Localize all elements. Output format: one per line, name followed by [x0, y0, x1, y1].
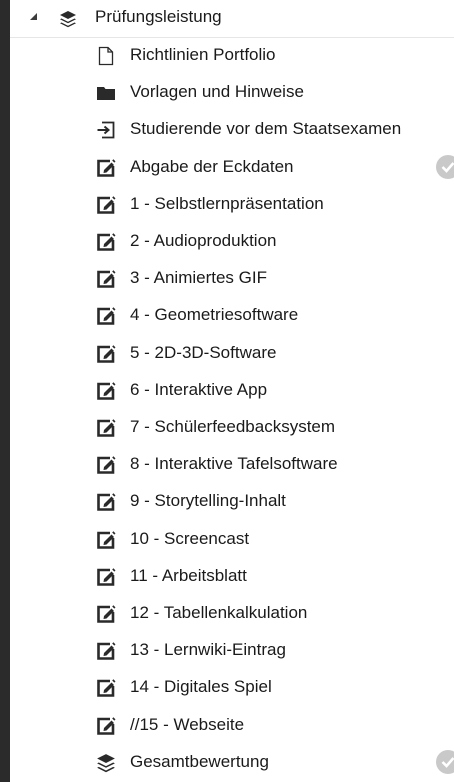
layers-icon	[96, 753, 116, 773]
activity-item[interactable]: //15 - Webseite	[10, 707, 454, 744]
assignment-icon	[96, 269, 116, 289]
activity-label[interactable]: Studierende vor dem Staatsexamen	[130, 119, 401, 139]
completion-check-icon[interactable]	[436, 749, 454, 774]
activity-label[interactable]: 8 - Interaktive Tafelsoftware	[130, 454, 338, 474]
activity-item[interactable]: 11 - Arbeitsblatt	[10, 558, 454, 595]
activity-item[interactable]: Vorlagen und Hinweise	[10, 74, 454, 111]
activity-item[interactable]: 4 - Geometriesoftware	[10, 297, 454, 334]
section-header[interactable]: Prüfungsleistung	[10, 0, 454, 38]
layers-icon	[60, 11, 76, 28]
assignment-icon	[96, 306, 116, 326]
activity-item[interactable]: 5 - 2D-3D-Software	[10, 335, 454, 372]
assignment-icon	[96, 381, 116, 401]
activity-label[interactable]: 5 - 2D-3D-Software	[130, 343, 276, 363]
activity-item[interactable]: 10 - Screencast	[10, 521, 454, 558]
activity-item[interactable]: 8 - Interaktive Tafelsoftware	[10, 446, 454, 483]
course-index-panel: Prüfungsleistung Richtlinien Portfolio Vo…	[10, 0, 454, 782]
assignment-icon	[96, 158, 116, 178]
activity-item[interactable]: 2 - Audioproduktion	[10, 223, 454, 260]
activity-item[interactable]: 1 - Selbstlernpräsentation	[10, 186, 454, 223]
activity-label[interactable]: //15 - Webseite	[130, 715, 244, 735]
activity-label[interactable]: 11 - Arbeitsblatt	[130, 566, 247, 586]
activity-item[interactable]: 13 - Lernwiki-Eintrag	[10, 632, 454, 669]
activity-label[interactable]: 6 - Interaktive App	[130, 380, 267, 400]
activity-label[interactable]: Vorlagen und Hinweise	[130, 82, 304, 102]
activity-label[interactable]: 2 - Audioproduktion	[130, 231, 277, 251]
folder-icon	[96, 83, 116, 103]
assignment-icon	[96, 455, 116, 475]
assignment-icon	[96, 195, 116, 215]
activity-label[interactable]: 4 - Geometriesoftware	[130, 305, 298, 325]
activity-label[interactable]: 12 - Tabellenkalkulation	[130, 603, 307, 623]
triangle-expanded-icon[interactable]	[30, 13, 37, 20]
assignment-icon	[96, 344, 116, 364]
activity-label[interactable]: 1 - Selbstlernpräsentation	[130, 194, 324, 214]
activity-label[interactable]: Gesamtbewertung	[130, 752, 269, 772]
enrol-icon	[96, 120, 116, 140]
page-icon	[96, 46, 116, 66]
activity-label[interactable]: 10 - Screencast	[130, 529, 249, 549]
activity-item[interactable]: 14 - Digitales Spiel	[10, 669, 454, 706]
activity-item[interactable]: Gesamtbewertung	[10, 744, 454, 781]
activity-label[interactable]: 13 - Lernwiki-Eintrag	[130, 640, 286, 660]
completion-check-icon[interactable]	[436, 154, 454, 179]
assignment-icon	[96, 567, 116, 587]
activity-label[interactable]: Richtlinien Portfolio	[130, 45, 276, 65]
activity-label[interactable]: 14 - Digitales Spiel	[130, 677, 272, 697]
activity-item[interactable]: Studierende vor dem Staatsexamen	[10, 111, 454, 148]
assignment-icon	[96, 530, 116, 550]
assignment-icon	[96, 418, 116, 438]
assignment-icon	[96, 641, 116, 661]
assignment-icon	[96, 716, 116, 736]
activity-item[interactable]: 3 - Animiertes GIF	[10, 260, 454, 297]
assignment-icon	[96, 232, 116, 252]
activity-label[interactable]: 3 - Animiertes GIF	[130, 268, 267, 288]
activity-item[interactable]: Abgabe der Eckdaten	[10, 149, 454, 186]
activity-item[interactable]: 6 - Interaktive App	[10, 372, 454, 409]
section-title: Prüfungsleistung	[95, 7, 222, 26]
activity-item[interactable]: 12 - Tabellenkalkulation	[10, 595, 454, 632]
activity-item[interactable]: 9 - Storytelling-Inhalt	[10, 483, 454, 520]
activity-item[interactable]: Richtlinien Portfolio	[10, 37, 454, 74]
activity-label[interactable]: Abgabe der Eckdaten	[130, 157, 294, 177]
assignment-icon	[96, 678, 116, 698]
assignment-icon	[96, 492, 116, 512]
assignment-icon	[96, 604, 116, 624]
activity-label[interactable]: 7 - Schülerfeedbacksystem	[130, 417, 335, 437]
activity-item[interactable]: 7 - Schülerfeedbacksystem	[10, 409, 454, 446]
activity-label[interactable]: 9 - Storytelling-Inhalt	[130, 491, 286, 511]
